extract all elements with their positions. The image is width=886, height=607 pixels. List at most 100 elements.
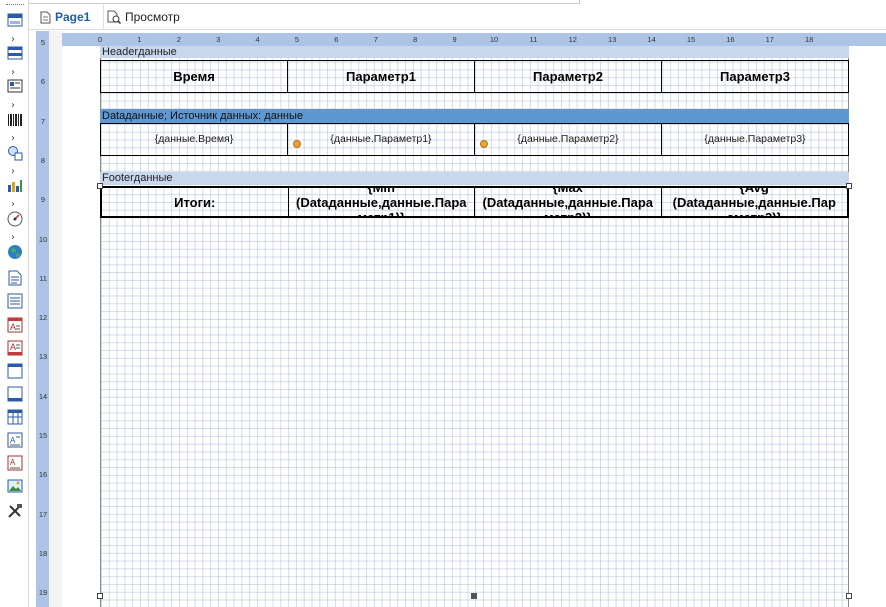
function-icon [480,140,488,148]
barcode-icon[interactable] [6,111,24,129]
hruler-number: 11 [529,35,538,44]
label-2-icon[interactable]: A [6,454,24,472]
hruler-number: 12 [568,35,577,44]
text-format-2-icon[interactable]: A [6,339,24,357]
hruler-number: 0 [97,35,103,44]
map-icon[interactable] [6,243,24,261]
selection-handle[interactable] [97,593,103,599]
expand-arrow-icon[interactable]: › [11,101,15,111]
band-icon[interactable] [6,11,24,29]
header-cell[interactable]: Параметр2 [475,61,662,92]
text-format-icon[interactable]: A [6,316,24,334]
header-cell[interactable]: Параметр1 [288,61,475,92]
vruler-number: 14 [38,391,48,401]
hruler-number: 10 [489,35,499,44]
page-icon [40,11,51,24]
expand-arrow-icon[interactable]: › [11,167,15,177]
label-icon[interactable]: A [6,431,24,449]
vruler-number: 5 [40,38,46,47]
data-cell[interactable]: {данные.Параметр1} [288,124,475,155]
footer-cell[interactable]: Итоги: [102,188,289,216]
data-cell-text: {данные.Параметр3} [704,133,806,145]
footer-band-title[interactable]: Footerданные [100,172,849,185]
hruler-number: 13 [608,35,617,44]
vruler-number: 9 [40,195,46,205]
data-cell-text: {данные.Параметр1} [330,133,432,145]
function-icon [293,140,301,148]
preview-icon [107,10,121,24]
svg-text:A: A [10,322,16,332]
footer-cell[interactable]: {Max (Dataданные,данные.Пара метр2)} [475,188,662,216]
band-group-icon[interactable] [6,44,24,62]
selection-handle[interactable] [97,183,103,189]
vruler-number: 19 [38,588,48,598]
vruler-edge [49,31,62,607]
data-cell[interactable]: {данные.Время} [101,124,288,155]
header-band-title[interactable]: Headerданные [100,46,849,58]
selection-handle[interactable] [846,593,852,599]
table-icon[interactable] [6,408,24,426]
vertical-ruler[interactable]: 5 6 7 8 9 10 11 12 13 14 15 16 17 18 19 [36,31,49,607]
header-row: Время Параметр1 Параметр2 Параметр3 [100,60,849,93]
data-cell[interactable]: {данные.Параметр3} [662,124,848,155]
vruler-number: 6 [40,77,46,87]
hruler-number: 6 [334,35,339,44]
vruler-number: 8 [40,155,46,165]
page-margin-left [62,46,100,607]
vruler-number: 16 [38,470,48,480]
tools-icon[interactable] [6,502,24,520]
horizontal-ruler[interactable]: 0 1 2 3 4 5 6 7 8 9 10 11 12 13 14 15 16 17 18 [62,33,886,46]
hruler-number: 15 [686,35,696,44]
vruler-number: 18 [38,548,48,558]
footer-cell-text: {Max (Dataданные,данные.Пара метр2)} [482,188,653,216]
data-cell-text: {данные.Параметр2} [517,133,619,145]
hruler-number: 14 [647,35,656,44]
data-band-title[interactable]: Dataданные; Источник данных: данные [100,109,849,123]
expand-arrow-icon[interactable]: › [11,233,15,243]
shape-icon[interactable] [6,144,24,162]
hruler-number: 8 [413,35,418,44]
hruler-number: 1 [137,35,142,44]
vruler-number: 7 [40,116,46,126]
footer-cell-text: {Avg (Dataданные,данные.Пар аметр3)} [672,188,836,216]
top-splitter [29,0,580,4]
vruler-gutter [29,31,36,607]
header-cell[interactable]: Время [101,61,288,92]
footer-cell-text: Итоги: [174,194,216,210]
selection-handle[interactable] [846,183,852,189]
panel-icon[interactable] [6,362,24,380]
data-cell[interactable]: {данные.Параметр2} [475,124,662,155]
footer-row: Итоги: {Min (Dataданные,данные.Пара метр… [100,186,849,218]
tab-preview[interactable]: Просмотр [107,5,197,29]
svg-text:A: A [10,458,16,467]
tab-preview-label: Просмотр [125,10,180,24]
svg-text:A: A [10,436,16,445]
hruler-number: 2 [176,35,181,44]
expand-arrow-icon[interactable]: › [11,200,15,210]
selection-handle[interactable] [471,593,477,599]
expand-arrow-icon[interactable]: › [11,134,15,144]
header-cell[interactable]: Параметр3 [662,61,848,92]
text-icon[interactable] [6,269,24,287]
components-toolbar: › › › › › › › A A A A [0,0,29,607]
vruler-number: 11 [39,273,47,283]
gauge-icon[interactable] [6,210,24,228]
page-tabs: Page1 Просмотр [29,5,886,30]
hruler-number: 17 [765,35,774,44]
rich-text-icon[interactable] [6,292,24,310]
image-icon[interactable] [6,477,24,495]
panel-2-icon[interactable] [6,385,24,403]
footer-cell[interactable]: {Avg (Dataданные,данные.Пар аметр3)} [662,188,848,216]
hruler-number: 4 [255,35,260,44]
hruler-number: 18 [805,35,814,44]
toolbar-grip[interactable] [6,4,24,5]
vruler-number: 10 [38,234,48,244]
footer-cell[interactable]: {Min (Dataданные,данные.Пара метр1)} [289,188,475,216]
cross-band-icon[interactable] [6,77,24,95]
hruler-number: 9 [452,35,457,44]
report-designer: › › › › › › › A A A A Page1 Просмотр 5 6… [0,0,886,607]
chart-icon[interactable] [6,177,24,195]
hruler-number: 7 [373,35,378,44]
data-row: {данные.Время} {данные.Параметр1} {данны… [100,123,849,156]
tab-page1[interactable]: Page1 [36,5,104,29]
